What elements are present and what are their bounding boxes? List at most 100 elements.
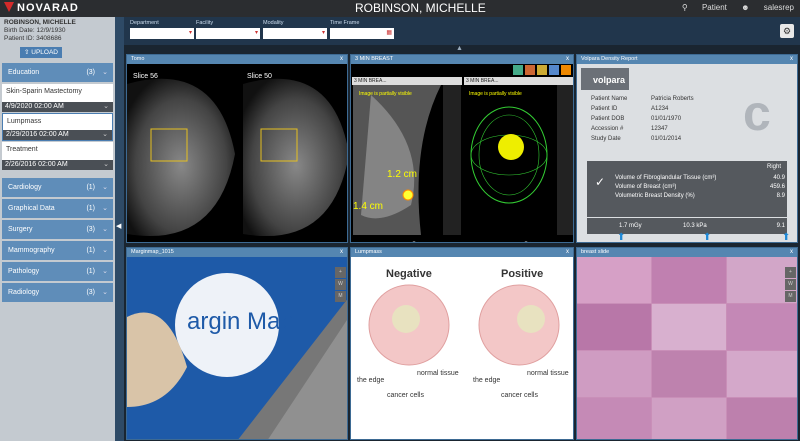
close-icon[interactable]: x — [790, 248, 793, 257]
study-date: 2/29/2016 02:00 AM ⌄ — [3, 130, 112, 140]
subviewer-header-right: 3 MIN BREA... — [464, 77, 573, 85]
study-name: Treatment — [6, 146, 38, 153]
filter-time-frame[interactable]: Time Frame ▦ — [330, 20, 394, 39]
category-education[interactable]: Education (3) ⌄ — [2, 63, 113, 82]
close-icon[interactable]: x — [566, 55, 569, 64]
viewer-toolbar — [513, 65, 571, 75]
panel-tomo[interactable]: Tomo x Slice 56 Slice 50 — [126, 54, 348, 243]
chevron-icon: ⌄ — [102, 131, 108, 138]
arrow-up-icon: ⬆ — [617, 232, 626, 242]
close-icon[interactable]: x — [340, 55, 343, 64]
svg-text:Image is partially visible: Image is partially visible — [359, 91, 412, 97]
patient-link[interactable]: ⚲ Patient — [682, 3, 727, 12]
chevron-down-icon: ⌄ — [102, 205, 108, 212]
chevron-down-icon: ▾ — [321, 30, 325, 36]
slice-label-left: Slice 56 — [133, 73, 158, 80]
study-date: 2/26/2016 02:00 AM ⌄ — [2, 160, 113, 170]
arrow-up-icon: ⬆ — [782, 232, 791, 242]
collapse-filters-icon[interactable]: ▲ — [456, 45, 463, 52]
gear-icon[interactable]: ⚙ — [780, 24, 794, 38]
svg-text:normal tissue: normal tissue — [417, 370, 459, 377]
study-name: Lumpmass — [7, 118, 42, 125]
sidebar-collapse-handle[interactable]: ◀ — [115, 17, 124, 441]
check-icon: ✓ — [595, 175, 606, 189]
measurement-2: 1.4 cm — [353, 201, 383, 212]
svg-text:Negative: Negative — [386, 268, 432, 280]
svg-text:↺ ▶: ↺ ▶ — [409, 240, 425, 242]
measurement-1: 1.2 cm — [387, 169, 417, 180]
volpara-fields: Patient Name Patricia Roberts Patient ID A… — [591, 96, 694, 142]
category-pathology[interactable]: Pathology (1) ⌄ — [2, 262, 113, 281]
svg-text:normal tissue: normal tissue — [527, 370, 569, 377]
category-cardiology[interactable]: Cardiology (1) ⌄ — [2, 178, 113, 197]
chevron-down-icon: ⌄ — [102, 184, 108, 191]
svg-text:Image is partially visible: Image is partially visible — [469, 91, 522, 97]
patient-info: ROBINSON, MICHELLE Birth Date: 12/9/1930… — [0, 17, 115, 45]
svg-text:↺ ▶: ↺ ▶ — [521, 240, 537, 242]
chevron-down-icon: ⌄ — [102, 226, 108, 233]
category-surgery[interactable]: Surgery (3) ⌄ — [2, 220, 113, 239]
category-radiology[interactable]: Radiology (3) ⌄ — [2, 283, 113, 302]
filter-modality[interactable]: Modality ▾ — [263, 20, 327, 39]
top-bar: NOVARAD ROBINSON, MICHELLE ⚲ Patient ☻ s… — [0, 0, 800, 17]
marginmap-logo-text: argin Map — [187, 308, 294, 335]
svg-text:the edge: the edge — [357, 377, 384, 384]
study-item[interactable]: Lumpmass 2/29/2016 02:00 AM ⌄ — [2, 113, 113, 141]
chevron-down-icon: ⌄ — [102, 268, 108, 275]
arrow-up-icon: ⬆ — [703, 232, 712, 242]
density-grade-icon: c — [743, 85, 771, 141]
chevron-down-icon: ▾ — [188, 30, 192, 36]
slice-label-right: Slice 50 — [247, 73, 272, 80]
study-item[interactable]: Skin-Sparin Mastectomy 4/9/2020 02:00 AM… — [2, 84, 113, 112]
breast3d-views: Image is partially visible 1.2 cm 1.4 cm… — [353, 85, 573, 242]
filter-department[interactable]: Department ▾ — [130, 20, 194, 39]
chevron-down-icon: ▾ — [254, 30, 258, 36]
panel-marginmap[interactable]: Marginmap_1015 x argin Map + W M — [126, 247, 348, 440]
chevron-icon: ⌄ — [103, 161, 109, 168]
svg-text:Positive: Positive — [501, 268, 543, 280]
tool-icon[interactable] — [513, 65, 523, 75]
patient-birth: Birth Date: 12/9/1930 — [4, 27, 66, 34]
user-menu[interactable]: ☻ salesrep — [741, 3, 794, 12]
filter-facility[interactable]: Facility ▾ — [196, 20, 260, 39]
close-icon[interactable]: x — [566, 248, 569, 257]
patient-name: ROBINSON, MICHELLE — [4, 19, 76, 26]
category-mammography[interactable]: Mammography (1) ⌄ — [2, 241, 113, 260]
marginmap-image: argin Map — [127, 273, 347, 439]
tomo-images: Slice 56 Slice 50 — [127, 73, 347, 237]
chevron-icon: ⌄ — [103, 103, 109, 110]
close-icon[interactable]: x — [790, 55, 793, 64]
viewer-tools: + W M — [335, 267, 347, 303]
filter-bar: Department ▾ Facility ▾ Modality ▾ Time … — [124, 17, 800, 45]
chevron-down-icon: ⌄ — [102, 69, 108, 76]
panel-volpara[interactable]: Volpara Density Reportx volpara volpara … — [576, 54, 798, 243]
tool-icon[interactable] — [537, 65, 547, 75]
category-graphical-data[interactable]: Graphical Data (1) ⌄ — [2, 199, 113, 218]
volpara-metrics: Right ✓ Volume of Fibroglandular Tissue … — [587, 161, 787, 217]
chevron-down-icon: ⌄ — [102, 247, 108, 254]
subviewer-header-left: 3 MIN BREA... — [352, 77, 462, 85]
study-item[interactable]: Treatment 2/26/2016 02:00 AM ⌄ — [2, 142, 113, 170]
study-name: Skin-Sparin Mastectomy — [6, 88, 82, 95]
upload-button[interactable]: ⇧ UPLOAD — [20, 47, 62, 58]
sidebar: ROBINSON, MICHELLE Birth Date: 12/9/1930… — [0, 17, 115, 441]
novarad-logo: NOVARAD — [4, 2, 79, 14]
viewer-tools: + W M — [785, 267, 797, 303]
svg-text:the edge: the edge — [473, 377, 500, 384]
breast-slide-image — [577, 257, 797, 439]
top-right-controls: ⚲ Patient ☻ salesrep — [670, 3, 794, 12]
panel-breast-slide[interactable]: breast slide x + W M — [576, 247, 798, 440]
patient-id: Patient ID: 3408686 — [4, 35, 62, 42]
panel-3min-breast[interactable]: 3 MIN BREAST x 3 MIN BREA... 3 MIN BREA..… — [350, 54, 574, 243]
panel-lumpmass[interactable]: Lumpmass x Negative Positive the edge nor… — [350, 247, 574, 440]
svg-text:cancer cells: cancer cells — [501, 392, 538, 399]
svg-text:cancer cells: cancer cells — [387, 392, 424, 399]
close-icon[interactable]: x — [340, 248, 343, 257]
chevron-left-icon: ◀ — [116, 223, 122, 230]
chevron-down-icon: ⌄ — [102, 289, 108, 296]
tool-icon[interactable] — [561, 65, 571, 75]
tool-icon[interactable] — [549, 65, 559, 75]
patient-title: ROBINSON, MICHELLE — [355, 1, 486, 15]
study-date: 4/9/2020 02:00 AM ⌄ — [2, 102, 113, 112]
tool-icon[interactable] — [525, 65, 535, 75]
